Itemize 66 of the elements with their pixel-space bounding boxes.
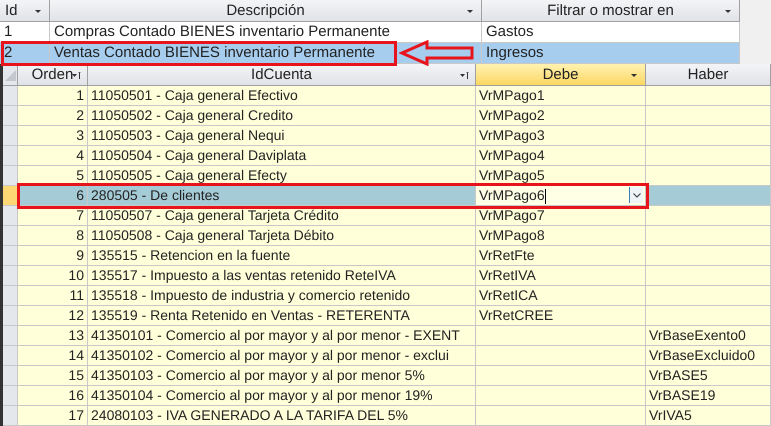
table-cell: Gastos <box>482 22 740 43</box>
table-cell: VrBASE19 <box>646 386 771 406</box>
table-cell: 11050502 - Caja general Credito <box>88 106 476 126</box>
table-cell: 8 <box>18 226 88 246</box>
table-cell: 135519 - Renta Retenido en Ventas - RETERENTA <box>88 306 476 326</box>
table-cell: 10 <box>18 266 88 286</box>
table-cell: 135515 - Retencion en la fuente <box>88 246 476 266</box>
table-cell: 3 <box>18 126 88 146</box>
table-cell: 13 <box>18 326 88 346</box>
table-cell: VrMPago8 <box>476 226 646 246</box>
select-all-icon[interactable] <box>5 70 16 81</box>
table-cell: 41350104 - Comercio al por mayor y al por menor 19% <box>88 386 476 406</box>
table-cell: VrIVA5 <box>646 406 771 426</box>
table-cell: VrRetICA <box>476 286 646 306</box>
table-cell: 11050504 - Caja general Daviplata <box>88 146 476 166</box>
table-cell: 135518 - Impuesto de industria y comercio retenido <box>88 286 476 306</box>
table-cell: 1 <box>18 86 88 106</box>
dropdown-arrow-icon[interactable] <box>466 8 475 16</box>
sort-filter-icon[interactable] <box>460 72 469 80</box>
table-cell: VrMPago1 <box>476 86 646 106</box>
table-cell: 1 <box>0 22 50 43</box>
table-cell: 280505 - De clientes <box>88 186 476 206</box>
table-cell: VrMPago3 <box>476 126 646 146</box>
column-header[interactable]: Descripción <box>50 0 482 22</box>
table-cell: VrRetCREE <box>476 306 646 326</box>
table-cell: 14 <box>18 346 88 366</box>
table-cell: 24080103 - IVA GENERADO A LA TARIFA DEL 5% <box>88 406 476 426</box>
table-cell: 12 <box>18 306 88 326</box>
table-cell: 17 <box>18 406 88 426</box>
table-cell: 4 <box>18 146 88 166</box>
table-cell: 11 <box>18 286 88 306</box>
table-cell: VrMPago2 <box>476 106 646 126</box>
dropdown-arrow-icon[interactable] <box>630 72 639 80</box>
dropdown-arrow-icon[interactable] <box>724 8 733 16</box>
record-selector[interactable] <box>3 186 18 206</box>
sort-filter-icon[interactable] <box>72 72 81 80</box>
table-cell: 11050501 - Caja general Efectivo <box>88 86 476 106</box>
table-cell: 11050508 - Caja general Tarjeta Débito <box>88 226 476 246</box>
dropdown-arrow-icon[interactable] <box>34 8 43 16</box>
chevron-down-icon <box>632 192 640 198</box>
table-cell: 16 <box>18 386 88 406</box>
table-cell: Ingresos <box>482 43 740 64</box>
table-cell: 6 <box>18 186 88 206</box>
table-cell: VrRetFte <box>476 246 646 266</box>
table-cell: 2 <box>18 106 88 126</box>
table-cell: VrBaseExento0 <box>646 326 771 346</box>
column-header[interactable]: Filtrar o mostrar en <box>482 0 740 22</box>
table-cell: 41350103 - Comercio al por mayor y al por menor 5% <box>88 366 476 386</box>
column-header[interactable]: Debe <box>476 64 646 86</box>
table-cell: Compras Contado BIENES inventario Permanente <box>50 22 482 43</box>
table-cell: 15 <box>18 366 88 386</box>
input-field[interactable]: VrMPago6 <box>476 186 646 206</box>
table-cell: 9 <box>18 246 88 266</box>
column-header[interactable]: Id <box>0 0 50 22</box>
table-cell: VrBaseExcluido0 <box>646 346 771 366</box>
table-cell: 41350102 - Comercio al por mayor y al por menor - exclui <box>88 346 476 366</box>
dropdown-button[interactable] <box>629 187 643 203</box>
column-header[interactable]: IdCuenta <box>88 64 476 86</box>
table-cell: VrMPago4 <box>476 146 646 166</box>
table-cell: 135517 - Impuesto a las ventas retenido ReteIVA <box>88 266 476 286</box>
table-cell: 41350101 - Comercio al por mayor y al por menor - EXENT <box>88 326 476 346</box>
table-cell: VrRetIVA <box>476 266 646 286</box>
table-cell: VrBASE5 <box>646 366 771 386</box>
column-header[interactable]: Orden <box>18 64 88 86</box>
column-header[interactable]: Haber <box>646 64 771 86</box>
table-cell: 11050503 - Caja general Nequi <box>88 126 476 146</box>
